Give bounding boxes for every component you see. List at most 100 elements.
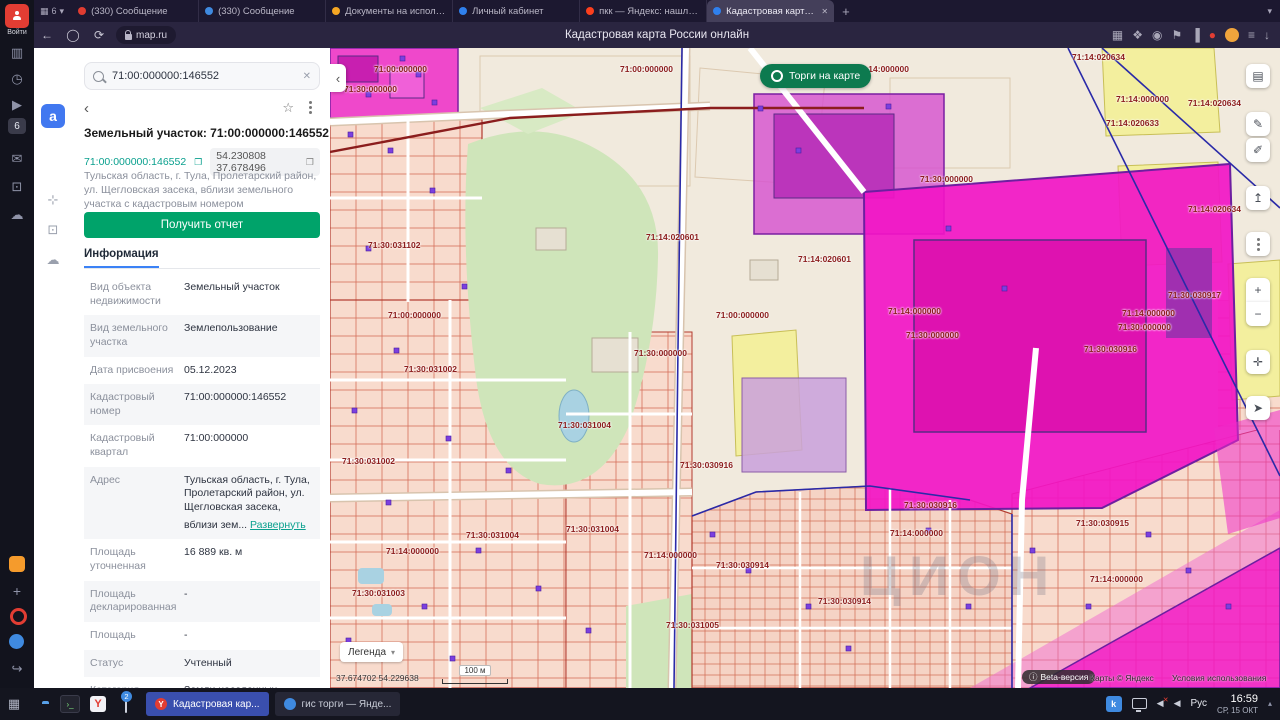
panel-collapse-button[interactable]: ‹: [330, 64, 346, 92]
clock[interactable]: 16:59 СР, 15 ОКТ: [1217, 693, 1258, 715]
chat-icon[interactable]: ✉: [0, 152, 34, 165]
legend-label: Легенда: [348, 647, 386, 658]
taskbar-window-active[interactable]: Y Кадастровая кар...: [146, 692, 269, 716]
pan-button[interactable]: ✛: [1246, 350, 1270, 374]
row-label: Вид земельного участка: [90, 322, 176, 349]
get-report-button[interactable]: Получить отчет: [84, 212, 320, 238]
keyboard-layout[interactable]: Рус: [1190, 698, 1207, 709]
map-quarter-label: 71:30:030915: [1076, 518, 1129, 528]
close-icon[interactable]: ✕: [821, 7, 828, 16]
collapse-rail-icon[interactable]: ↪: [0, 662, 34, 675]
browser-tab-active[interactable]: Кадастровая карта Рос ✕: [707, 0, 834, 22]
map-quarter-label: 71:30:000000: [634, 348, 687, 358]
page-title: Кадастровая карта России онлайн: [34, 29, 1280, 41]
site-logo[interactable]: a: [41, 104, 65, 128]
messenger-app-icon[interactable]: [9, 556, 25, 572]
blue-app-icon[interactable]: [9, 634, 24, 649]
draw-area-button[interactable]: ✐: [1246, 138, 1270, 162]
cloud-icon[interactable]: ☁: [0, 208, 34, 221]
search-input[interactable]: [110, 69, 297, 83]
upload-button[interactable]: ↥: [1246, 186, 1270, 210]
favorite-star-icon[interactable]: ☆: [282, 100, 294, 116]
user-icon: [12, 11, 22, 21]
browser-tab[interactable]: Личный кабинет: [453, 0, 580, 22]
back-button[interactable]: ←: [34, 28, 60, 42]
zoom-out-button[interactable]: −: [1246, 302, 1270, 326]
map-quarter-label: 71:30:031102: [368, 240, 420, 250]
avatar[interactable]: [1225, 28, 1239, 42]
login-button[interactable]: [5, 4, 29, 28]
tab-group-chip[interactable]: ▦ 6 ▾: [34, 6, 72, 17]
row-label: Дата присвоения: [90, 364, 176, 378]
chevron-down-icon: ▾: [60, 6, 65, 17]
browser-tab[interactable]: (330) Сообщение: [72, 0, 199, 22]
camera-icon[interactable]: ◉: [1152, 28, 1162, 42]
share-icon: [1257, 243, 1260, 246]
add-app-icon[interactable]: +: [0, 584, 34, 598]
map-quarter-label: 71:30:031003: [352, 588, 405, 598]
address-bar[interactable]: map.ru: [116, 26, 176, 44]
copy-icon[interactable]: ❐: [306, 157, 314, 168]
tab-information[interactable]: Информация: [84, 248, 159, 268]
cloud-tool-icon[interactable]: ☁: [34, 252, 72, 268]
history-clock-icon[interactable]: ◷: [0, 72, 34, 85]
panel-expander-icon[interactable]: ▴: [1268, 699, 1272, 708]
browser-tab[interactable]: Документы на исполнени: [326, 0, 453, 22]
y-glyph: Y: [90, 696, 106, 712]
cadastral-map[interactable]: 71:00:000000 71:30:000000 71:00:000000 7…: [330, 48, 1280, 688]
copy-icon[interactable]: ❐: [194, 157, 202, 168]
taskbar-window[interactable]: гис торги — Янде...: [275, 692, 401, 716]
frame-tool-icon[interactable]: ⊡: [34, 222, 72, 238]
select-area-icon[interactable]: ⊹: [34, 192, 72, 208]
map-quarter-label: 71:30:031004: [558, 420, 611, 430]
table-row: Площадь декларированная -: [84, 581, 320, 622]
torgi-map-button[interactable]: Торги на карте: [760, 64, 871, 88]
panel-back-icon[interactable]: ‹: [84, 100, 89, 117]
row-value: 05.12.2023: [184, 364, 314, 378]
counter-badge[interactable]: 6: [8, 118, 26, 134]
zoom-in-button[interactable]: +: [1246, 278, 1270, 302]
row-label: Площадь: [90, 629, 176, 643]
display-icon[interactable]: [1132, 698, 1147, 709]
bookmark-icon[interactable]: ⚑: [1171, 28, 1182, 42]
volume-muted-icon[interactable]: ◀✕: [1157, 698, 1164, 709]
scan-icon[interactable]: ⊡: [0, 180, 34, 193]
assistant-icon[interactable]: ◯: [60, 28, 86, 42]
cadastral-number-link[interactable]: 71:00:000000:146552: [84, 156, 186, 168]
terminal-icon[interactable]: ›_: [56, 695, 84, 713]
volume-icon[interactable]: ◀: [1174, 698, 1181, 709]
layers-button[interactable]: ▤: [1246, 64, 1270, 88]
map-share-button[interactable]: [1246, 232, 1270, 256]
tab-favicon: [78, 7, 86, 15]
browser-tab[interactable]: пкк — Яндекс: нашлось: [580, 0, 707, 22]
launcher-icon[interactable]: ▦: [0, 696, 28, 712]
clear-search-icon[interactable]: ✕: [303, 71, 311, 82]
legend-button[interactable]: Легенда ▾: [340, 642, 403, 662]
map-quarter-label: 71:30:031002: [404, 364, 457, 374]
locate-button[interactable]: ➤: [1246, 396, 1270, 420]
menu-icon[interactable]: ≡: [1248, 28, 1255, 42]
download-icon[interactable]: ↓: [1264, 28, 1270, 42]
tabstrip-menu-icon[interactable]: ▾: [1267, 6, 1280, 17]
sidebar-toggle-icon[interactable]: ▐: [1191, 28, 1200, 42]
row-value: Учтенный: [184, 657, 314, 671]
share-icon[interactable]: [309, 106, 312, 109]
record-icon[interactable]: ●: [1209, 28, 1216, 42]
map-quarter-label: 71:14:000000: [1090, 574, 1143, 584]
terms-link[interactable]: Условия использования: [1172, 673, 1266, 683]
play-icon[interactable]: ▶: [0, 98, 34, 111]
extensions-icon[interactable]: ❖: [1132, 28, 1143, 42]
y-app-icon[interactable]: Y: [84, 696, 112, 712]
kde-connect-icon[interactable]: k: [1106, 696, 1122, 712]
ring-app-icon[interactable]: [10, 608, 27, 625]
expand-link[interactable]: Развернуть: [250, 519, 306, 533]
new-tab-button[interactable]: +: [834, 4, 858, 19]
speaker-icon: ◀: [1174, 698, 1181, 708]
window-switcher-icon[interactable]: 2: [112, 697, 140, 712]
browser-tab[interactable]: (330) Сообщение: [199, 0, 326, 22]
draw-pencil-button[interactable]: ✎: [1246, 112, 1270, 136]
refresh-button[interactable]: ⟳: [86, 28, 112, 42]
notes-icon[interactable]: ▥: [0, 46, 34, 59]
row-label: Статус: [90, 657, 176, 671]
tiles-icon[interactable]: ▦: [1112, 28, 1123, 42]
